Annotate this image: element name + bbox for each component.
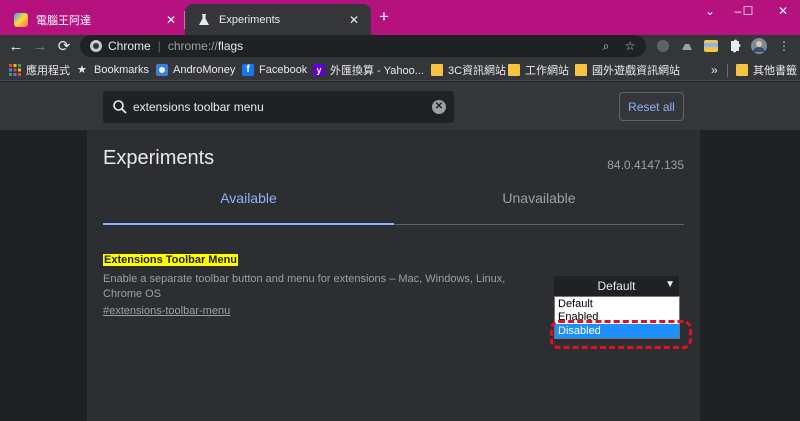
bookmark-folder-games[interactable]: 國外遊戲資訊網站 — [575, 62, 680, 78]
active-tab-indicator — [103, 223, 394, 225]
tab-available[interactable]: Available — [103, 190, 394, 224]
flags-header: extensions toolbar menu ✕ Reset all — [0, 82, 800, 130]
bookmark-label: Bookmarks — [94, 64, 150, 76]
extensions-puzzle-icon[interactable] — [727, 38, 743, 54]
extension-yellow-icon[interactable] — [703, 38, 719, 54]
tab-search-chevron-icon[interactable]: ⌄ — [702, 3, 718, 19]
bookmarks-divider — [727, 64, 728, 77]
tab-close-icon[interactable]: ✕ — [164, 13, 178, 27]
tab-title: Experiments — [219, 13, 281, 26]
tab-unavailable[interactable]: Unavailable — [394, 190, 684, 224]
annotation-highlight-ring — [550, 320, 692, 349]
bookmark-facebook[interactable]: f Facebook — [242, 62, 307, 78]
chrome-menu-kebab-icon[interactable]: ⋮ — [776, 38, 792, 54]
star-icon: ★ — [77, 64, 87, 76]
bookmark-label: 應用程式 — [26, 65, 70, 77]
folder-icon — [575, 64, 587, 76]
omnibox-site-label: Chrome — [108, 39, 151, 53]
tab-title: 電腦王阿達 — [36, 14, 91, 27]
flag-title: Extensions Toolbar Menu — [103, 254, 239, 266]
andromoney-icon — [156, 64, 168, 76]
site-favicon-icon — [14, 12, 28, 27]
folder-icon — [736, 64, 748, 76]
reset-all-button[interactable]: Reset all — [619, 92, 684, 121]
bookmark-apps[interactable]: 應用程式 — [9, 62, 70, 78]
bookmark-label: 其他書籤 — [753, 65, 797, 77]
tab-close-icon[interactable]: ✕ — [347, 13, 361, 27]
maximize-icon[interactable]: ☐ — [740, 3, 756, 19]
bookmark-label: AndroMoney — [173, 64, 236, 76]
facebook-icon: f — [242, 64, 254, 76]
search-icon — [112, 99, 128, 115]
page-title: Experiments — [103, 147, 215, 169]
bookmark-label: 國外遊戲資訊網站 — [592, 65, 680, 77]
bookmark-label: 3C資訊網站 — [448, 65, 507, 77]
back-arrow-icon[interactable]: ← — [6, 37, 26, 57]
option-default[interactable]: Default — [555, 297, 679, 311]
extension-gray-icon[interactable] — [655, 38, 671, 54]
bookmark-label: 工作網站 — [525, 65, 569, 77]
bookmark-andromoney[interactable]: AndroMoney — [156, 62, 235, 78]
omnibox-path: flags — [217, 39, 244, 53]
flag-state-select[interactable]: Default ▼ — [554, 276, 679, 296]
omnibox-divider: | — [157, 39, 161, 53]
bookmarks-bar: 應用程式 ★ Bookmarks AndroMoney f Facebook y… — [0, 59, 800, 81]
omnibox-scheme: chrome:// — [167, 39, 218, 53]
new-tab-plus-icon[interactable]: + — [376, 8, 392, 25]
search-input[interactable]: extensions toolbar menu — [133, 100, 264, 114]
yahoo-icon: y — [313, 64, 325, 76]
bookmark-folder-work[interactable]: 工作網站 — [508, 62, 569, 78]
bookmark-star-icon[interactable]: ☆ — [622, 38, 638, 54]
flag-anchor-link[interactable]: #extensions-toolbar-menu — [103, 305, 230, 317]
tab-computer-king[interactable]: 電腦王阿達 ✕ — [0, 4, 186, 35]
bookmark-bookmarks[interactable]: ★ Bookmarks — [77, 62, 149, 78]
folder-icon — [508, 64, 520, 76]
flags-search-box[interactable]: extensions toolbar menu ✕ — [103, 91, 454, 123]
bookmark-label: Facebook — [259, 64, 308, 76]
chrome-version: 84.0.4147.135 — [607, 158, 684, 172]
browser-toolbar: ← → ⟳ Chrome | chrome:// flags ⌕ ☆ ⋮ — [0, 35, 800, 59]
window-close-icon[interactable]: ✕ — [775, 3, 791, 19]
bookmarks-overflow-chevron[interactable]: » — [711, 62, 718, 78]
bookmark-label: 外匯換算 - Yahoo... — [330, 65, 424, 77]
tab-experiments[interactable]: Experiments ✕ — [185, 4, 371, 35]
drive-icon[interactable] — [679, 38, 695, 54]
forward-arrow-icon[interactable]: → — [30, 37, 50, 57]
flags-page: extensions toolbar menu ✕ Reset all Expe… — [0, 82, 800, 421]
clear-search-icon[interactable]: ✕ — [432, 100, 446, 114]
bookmark-yahoo[interactable]: y 外匯換算 - Yahoo... — [313, 62, 424, 78]
apps-grid-icon — [9, 64, 21, 76]
chevron-down-icon: ▼ — [665, 279, 675, 290]
address-bar[interactable]: Chrome | chrome:// flags ⌕ ☆ — [80, 35, 646, 57]
select-value: Default — [597, 279, 636, 293]
flag-description: Enable a separate toolbar button and men… — [103, 273, 506, 300]
zoom-magnifier-icon[interactable]: ⌕ — [598, 38, 614, 54]
bookmark-other[interactable]: 其他書籤 — [736, 62, 797, 78]
reload-icon[interactable]: ⟳ — [54, 37, 74, 57]
tab-strip: 電腦王阿達 ✕ Experiments ✕ + ⌄ – ☐ ✕ — [0, 0, 800, 35]
profile-avatar[interactable] — [751, 38, 767, 54]
chrome-page-icon — [90, 40, 102, 52]
flask-icon — [197, 13, 211, 27]
bookmark-folder-3c[interactable]: 3C資訊網站 — [431, 62, 506, 78]
folder-icon — [431, 64, 443, 76]
